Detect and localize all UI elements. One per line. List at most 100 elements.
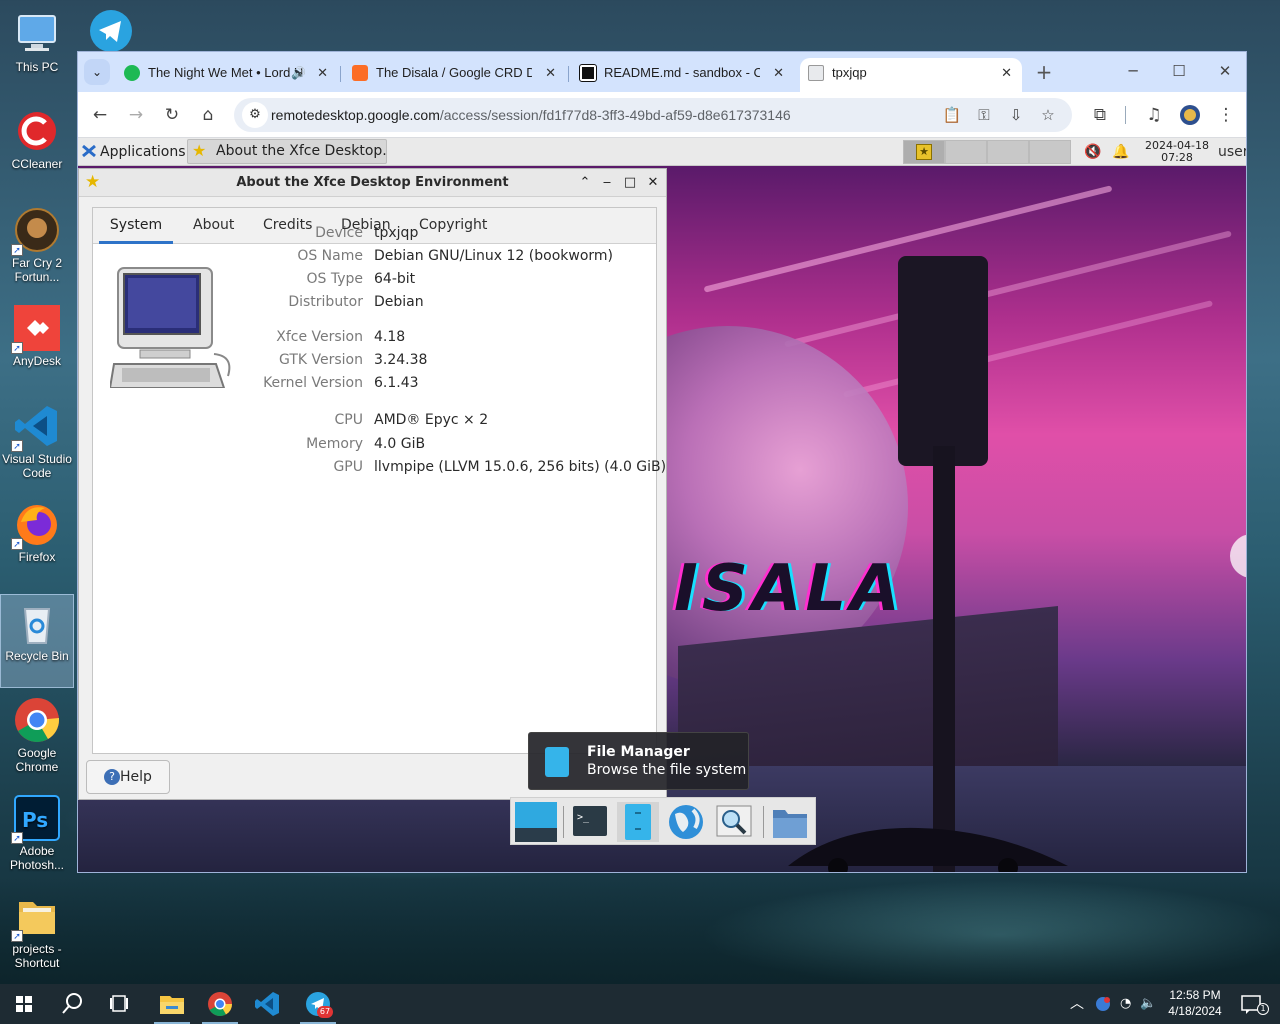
vscode-icon: ➚ (11, 402, 61, 452)
forward-button[interactable]: → (122, 101, 150, 129)
chrome-icon[interactable] (196, 984, 244, 1024)
tab-close-icon[interactable]: ✕ (1001, 58, 1012, 88)
window-close-button[interactable]: ✕ (643, 169, 663, 197)
desktop-icon-chrome[interactable]: Google Chrome (0, 692, 74, 786)
desktop-icon-firefox[interactable]: ➚ Firefox (0, 496, 74, 590)
tab-title: The Night We Met • Lord Huron (148, 65, 304, 80)
speaker-icon[interactable]: 🔊 (291, 58, 306, 88)
desktop-icon-anydesk[interactable]: ➚ AnyDesk (0, 300, 74, 394)
password-key-icon[interactable]: ⚿ (972, 103, 996, 127)
applications-menu[interactable]: Applications ⋮ (82, 138, 204, 166)
close-button[interactable]: ✕ (1202, 52, 1248, 92)
maximize-button[interactable]: ☐ (1156, 52, 1202, 92)
tab-system[interactable]: System (99, 208, 173, 244)
tab-search-button[interactable]: ⌄ (84, 59, 110, 85)
chrome-icon (13, 696, 61, 744)
window-maximize-button[interactable]: □ (620, 169, 640, 197)
file-manager-icon (545, 747, 569, 777)
clipboard-icon[interactable]: 📋 (940, 103, 964, 127)
site-info-icon[interactable]: ⚙ (242, 102, 268, 128)
telegram-icon[interactable] (88, 8, 134, 52)
workspace-1[interactable]: ★ (903, 140, 945, 164)
bookmark-star-icon[interactable]: ☆ (1036, 103, 1060, 127)
tab-copyright[interactable]: Copyright (417, 208, 489, 244)
about-notebook: System About Credits Debian Copyright De… (92, 207, 666, 754)
url-text: remotedesktop.google.com/access/session/… (271, 107, 791, 123)
home-button[interactable]: ⌂ (194, 101, 222, 129)
notification-count: 1 (1257, 1003, 1269, 1015)
notification-center-icon[interactable]: 1 (1232, 984, 1280, 1024)
remote-session[interactable]: ISALA Applications ⋮ ★ About the Xfce De… (78, 138, 1246, 872)
home-folder-icon[interactable] (769, 802, 811, 842)
back-button[interactable]: ← (86, 101, 114, 129)
minimize-button[interactable]: ─ (1110, 52, 1156, 92)
media-control-icon[interactable]: ♫ (1140, 101, 1168, 129)
tab-spotify[interactable]: The Night We Met • Lord Huron 🔊 ✕ (116, 58, 338, 92)
help-button[interactable]: ? Help (86, 760, 170, 794)
browser-menu-icon[interactable]: ⋮ (1212, 101, 1240, 129)
file-explorer-icon[interactable] (148, 984, 196, 1024)
panel-clock[interactable]: 2024-04-18 07:28 (1142, 140, 1212, 164)
tab-title: tpxjqp (832, 65, 867, 80)
reload-button[interactable]: ↻ (158, 101, 186, 129)
desktop-icon-photoshop[interactable]: Ps ➚ Adobe Photosh... (0, 790, 74, 884)
tab-close-icon[interactable]: ✕ (545, 58, 556, 88)
tab-close-icon[interactable]: ✕ (317, 58, 328, 88)
desktop-icon-ccleaner[interactable]: CCleaner (0, 103, 74, 197)
address-bar[interactable]: ⚙ remotedesktop.google.com/access/sessio… (234, 98, 1072, 132)
vscode-icon[interactable] (244, 984, 292, 1024)
desktop-icon-far-cry[interactable]: ➚ Far Cry 2 Fortun... (0, 202, 74, 296)
start-icon[interactable] (0, 984, 48, 1024)
codesandbox-icon (579, 64, 597, 82)
desktop-icon-this-pc[interactable]: This PC (0, 6, 74, 100)
tab-about[interactable]: About (191, 208, 236, 244)
chevron-up-icon[interactable]: ︿ (1070, 984, 1084, 1024)
tray-app-icon[interactable] (1094, 984, 1112, 1024)
desktop-icon-vscode[interactable]: ➚ Visual Studio Code (0, 398, 74, 492)
gitlab-icon (352, 65, 368, 81)
telegram-icon[interactable]: 67 (294, 984, 342, 1024)
web-browser-icon[interactable] (665, 802, 707, 842)
recycle-bin-icon (13, 599, 61, 647)
tab-bar: ⌄ The Night We Met • Lord Huron 🔊 ✕ The … (78, 52, 1246, 92)
xfce-mouse-icon (82, 144, 96, 158)
tab-close-icon[interactable]: ✕ (773, 58, 784, 88)
panel-user-menu[interactable]: user (1218, 138, 1246, 166)
volume-muted-icon[interactable]: 🔇 (1084, 138, 1101, 166)
workspace-2[interactable] (945, 140, 987, 164)
anydesk-icon: ➚ (11, 304, 61, 354)
desktop-icon-recycle-bin[interactable]: Recycle Bin (0, 594, 74, 688)
desktop-icon-label: This PC (15, 60, 59, 74)
workspace-4[interactable] (1029, 140, 1071, 164)
tab-gitlab[interactable]: The Disala / Google CRD Debian ✕ (344, 58, 566, 92)
wifi-icon[interactable]: ◔ (1120, 984, 1131, 1024)
desktop-icon-label: Far Cry 2 Fortun... (11, 256, 62, 284)
profile-avatar[interactable] (1176, 101, 1204, 129)
ccleaner-icon (13, 107, 61, 155)
window-shade-button[interactable]: ⌃ (575, 169, 595, 197)
new-tab-button[interactable]: + (1030, 59, 1058, 85)
install-app-icon[interactable]: ⇩ (1004, 103, 1028, 127)
file-manager-icon[interactable] (617, 802, 659, 842)
tab-remote-desktop[interactable]: tpxjqp ✕ (800, 58, 1022, 92)
window-titlebar[interactable]: ★ About the Xfce Desktop Environment ⌃ ‒… (79, 169, 666, 197)
workspace-3[interactable] (987, 140, 1029, 164)
tab-codesandbox[interactable]: README.md - sandbox - Code ✕ (572, 58, 794, 92)
notifications-bell-icon[interactable]: 🔔 (1112, 138, 1129, 166)
task-view-icon[interactable] (96, 984, 144, 1024)
extensions-icon[interactable]: ⧉ (1086, 101, 1114, 129)
desktop-icon-label: Google Chrome (15, 746, 59, 774)
volume-icon[interactable]: 🔈 (1140, 984, 1156, 1024)
xfce-star-icon: ★ (192, 141, 207, 160)
tab-credits[interactable]: Credits (261, 208, 314, 244)
desktop-icon-projects[interactable]: ➚ projects - Shortcut (0, 888, 74, 982)
window-minimize-button[interactable]: ‒ (597, 169, 617, 197)
folder-icon: ➚ (11, 892, 61, 942)
terminal-icon[interactable]: >_ (569, 802, 611, 842)
taskbar-clock[interactable]: 12:58 PM 4/18/2024 (1160, 987, 1230, 1019)
app-finder-icon[interactable] (713, 802, 755, 842)
search-icon[interactable] (48, 984, 96, 1024)
show-desktop-icon[interactable] (515, 802, 557, 842)
taskbar-about-window[interactable]: ★ About the Xfce Desktop... (187, 139, 387, 164)
svg-text:>_: >_ (577, 812, 590, 823)
